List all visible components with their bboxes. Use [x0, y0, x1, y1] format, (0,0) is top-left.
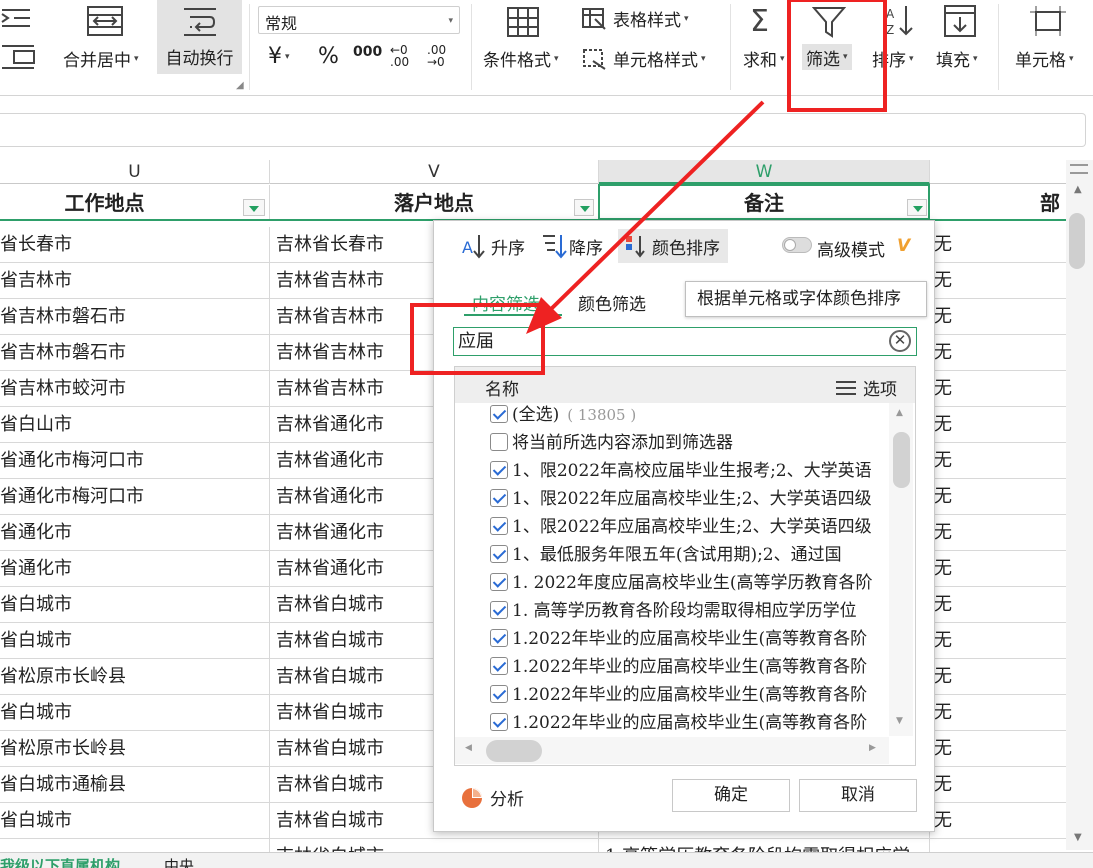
- annotation-arrow: [526, 100, 765, 334]
